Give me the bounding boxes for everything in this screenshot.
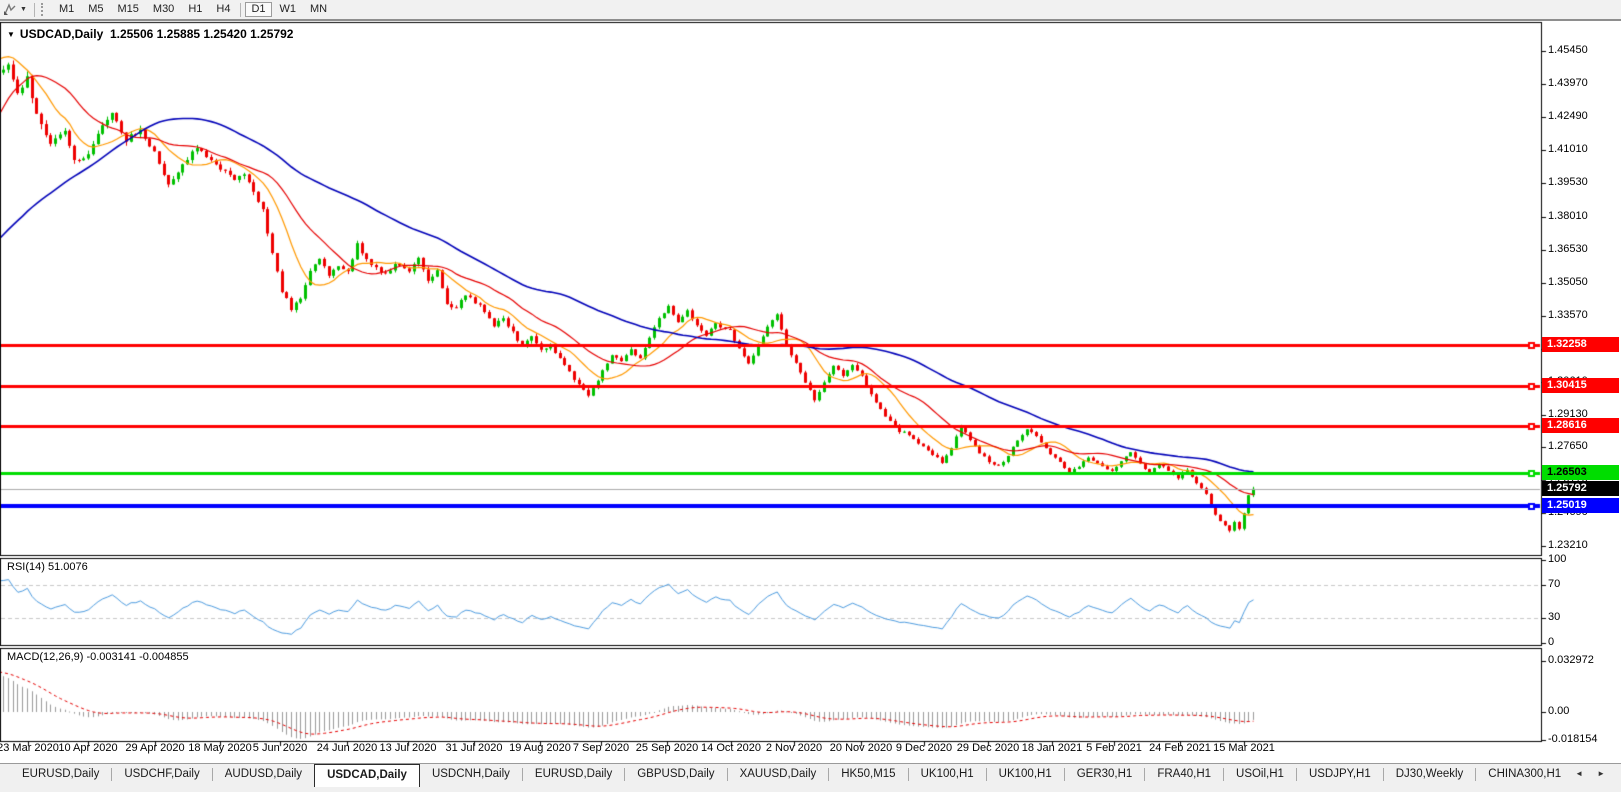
chart-tab-audusd-daily[interactable]: AUDUSD,Daily — [213, 764, 314, 785]
chart-tab-gbpusd-daily[interactable]: GBPUSD,Daily — [625, 764, 726, 785]
rsi-axis-tick-label: 30 — [1548, 611, 1560, 623]
date-axis-label: 15 Mar 2021 — [1213, 742, 1275, 754]
date-axis-label: 24 Feb 2021 — [1149, 742, 1211, 754]
macd-axis-tick-label: 0.032972 — [1548, 654, 1594, 666]
price-line-tag[interactable]: 1.25019 — [1542, 498, 1619, 513]
timeframe-button-w1[interactable]: W1 — [274, 2, 303, 17]
macd-axis-tick-label: 0.00 — [1548, 705, 1569, 717]
toolbar-separator — [240, 3, 241, 17]
chart-tab-fra40-h1[interactable]: FRA40,H1 — [1145, 764, 1223, 785]
date-axis-label: 2 Nov 2020 — [766, 742, 822, 754]
price-axis-tick-label: 1.39530 — [1548, 176, 1588, 188]
date-axis-label: 13 Jul 2020 — [380, 742, 437, 754]
rsi-indicator-label: RSI(14) 51.0076 — [7, 561, 88, 573]
tab-scroll-right-icon[interactable]: ► — [1597, 769, 1605, 778]
date-axis-label: 29 Apr 2020 — [125, 742, 184, 754]
chart-tab-uk100-h1[interactable]: UK100,H1 — [909, 764, 986, 785]
chart-tab-usdjpy-h1[interactable]: USDJPY,H1 — [1297, 764, 1383, 785]
date-axis-label: 14 Oct 2020 — [701, 742, 761, 754]
crosshair-tool-icon[interactable] — [3, 3, 17, 16]
rsi-axis-tick-label: 100 — [1548, 553, 1566, 565]
date-axis-label: 23 Mar 2020 — [0, 742, 59, 754]
macd-indicator-label: MACD(12,26,9) -0.003141 -0.004855 — [7, 651, 189, 663]
timeframe-button-d1[interactable]: D1 — [245, 2, 271, 17]
tool-dropdown-caret-icon[interactable]: ▼ — [20, 6, 27, 13]
date-axis-label: 24 Jun 2020 — [317, 742, 378, 754]
chart-title: ▼ USDCAD,Daily 1.25506 1.25885 1.25420 1.… — [7, 27, 293, 41]
chart-tab-usoil-h1[interactable]: USOil,H1 — [1224, 764, 1296, 785]
timeframe-button-m1[interactable]: M1 — [53, 2, 80, 17]
tab-scroll-left-icon[interactable]: ◄ — [1575, 769, 1583, 778]
chart-ohlc-values: 1.25506 1.25885 1.25420 1.25792 — [110, 27, 294, 41]
price-axis-tick-label: 1.27650 — [1548, 440, 1588, 452]
toolbar-separator — [34, 3, 35, 17]
price-axis-tick-label: 1.36530 — [1548, 243, 1588, 255]
rsi-axis-tick-label: 70 — [1548, 578, 1560, 590]
price-axis-tick-label: 1.35050 — [1548, 276, 1588, 288]
timeframe-toolbar: ▼ M1M5M15M30H1H4 D1W1MN — [0, 0, 1621, 21]
timeframe-button-h1[interactable]: H1 — [182, 2, 208, 17]
price-line-tag[interactable]: 1.26503 — [1542, 465, 1619, 480]
date-axis-label: 29 Dec 2020 — [957, 742, 1019, 754]
date-axis-label: 25 Sep 2020 — [636, 742, 698, 754]
timeframe-button-mn[interactable]: MN — [304, 2, 333, 17]
toolbar-drag-grip[interactable] — [41, 3, 45, 16]
chart-tab-china300-h1[interactable]: CHINA300,H1 — [1476, 764, 1565, 785]
chart-tab-usdcnh-daily[interactable]: USDCNH,Daily — [420, 764, 522, 785]
timeframe-button-m5[interactable]: M5 — [82, 2, 109, 17]
chart-canvas[interactable] — [0, 0, 1621, 762]
date-axis-label: 5 Feb 2021 — [1086, 742, 1142, 754]
price-axis-tick-label: 1.43970 — [1548, 77, 1588, 89]
price-line-tag[interactable]: 1.28616 — [1542, 418, 1619, 433]
price-axis-tick-label: 1.41010 — [1548, 143, 1588, 155]
mt4-chart-window: ▼ M1M5M15M30H1H4 D1W1MN ▼ USDCAD,Daily 1.2… — [0, 0, 1621, 792]
price-axis-tick-label: 1.42490 — [1548, 110, 1588, 122]
timeframe-button-h4[interactable]: H4 — [210, 2, 236, 17]
chart-tab-eurusd-daily[interactable]: EURUSD,Daily — [523, 764, 624, 785]
chart-context-caret-icon[interactable]: ▼ — [7, 30, 15, 39]
chart-tab-usdcad-daily[interactable]: USDCAD,Daily — [314, 764, 420, 787]
price-axis-tick-label: 1.38010 — [1548, 210, 1588, 222]
price-axis-tick-label: 1.45450 — [1548, 44, 1588, 56]
date-axis-label: 10 Apr 2020 — [58, 742, 117, 754]
rsi-axis-tick-label: 0 — [1548, 636, 1554, 648]
price-axis-tick-label: 1.33570 — [1548, 309, 1588, 321]
date-axis-label: 19 Aug 2020 — [509, 742, 571, 754]
timeframe-buttons: M1M5M15M30H1H4 D1W1MN — [52, 2, 334, 17]
date-axis-label: 9 Dec 2020 — [896, 742, 952, 754]
date-axis-label: 18 Jan 2021 — [1022, 742, 1083, 754]
date-axis-label: 7 Sep 2020 — [573, 742, 629, 754]
chart-tab-bar: EURUSD,DailyUSDCHF,DailyAUDUSD,DailyUSDC… — [0, 763, 1621, 792]
macd-axis-tick-label: -0.018154 — [1548, 733, 1598, 745]
date-axis-label: 5 Jun 2020 — [253, 742, 307, 754]
chart-tab-hk50-m15[interactable]: HK50,M15 — [829, 764, 907, 785]
chart-tab-uk100-h1[interactable]: UK100,H1 — [987, 764, 1064, 785]
chart-tabs: EURUSD,DailyUSDCHF,DailyAUDUSD,DailyUSDC… — [0, 764, 1565, 787]
chart-symbol: USDCAD,Daily — [20, 27, 103, 41]
tab-scroll-arrows: ◄ ► — [1565, 764, 1621, 778]
chart-tab-eurusd-daily[interactable]: EURUSD,Daily — [10, 764, 111, 785]
date-axis-label: 18 May 2020 — [188, 742, 252, 754]
timeframe-button-m30[interactable]: M30 — [147, 2, 180, 17]
chart-tab-xauusd-daily[interactable]: XAUUSD,Daily — [728, 764, 829, 785]
chart-tab-usdchf-daily[interactable]: USDCHF,Daily — [112, 764, 211, 785]
date-axis-label: 31 Jul 2020 — [446, 742, 503, 754]
date-axis-label: 20 Nov 2020 — [830, 742, 892, 754]
timeframe-button-m15[interactable]: M15 — [112, 2, 145, 17]
price-line-tag[interactable]: 1.30415 — [1542, 378, 1619, 393]
price-line-tag[interactable]: 1.32258 — [1542, 337, 1619, 352]
price-axis-tick-label: 1.23210 — [1548, 539, 1588, 551]
current-price-tag: 1.25792 — [1542, 481, 1619, 496]
chart-tab-dj30-weekly[interactable]: DJ30,Weekly — [1384, 764, 1476, 785]
chart-tab-ger30-h1[interactable]: GER30,H1 — [1065, 764, 1145, 785]
